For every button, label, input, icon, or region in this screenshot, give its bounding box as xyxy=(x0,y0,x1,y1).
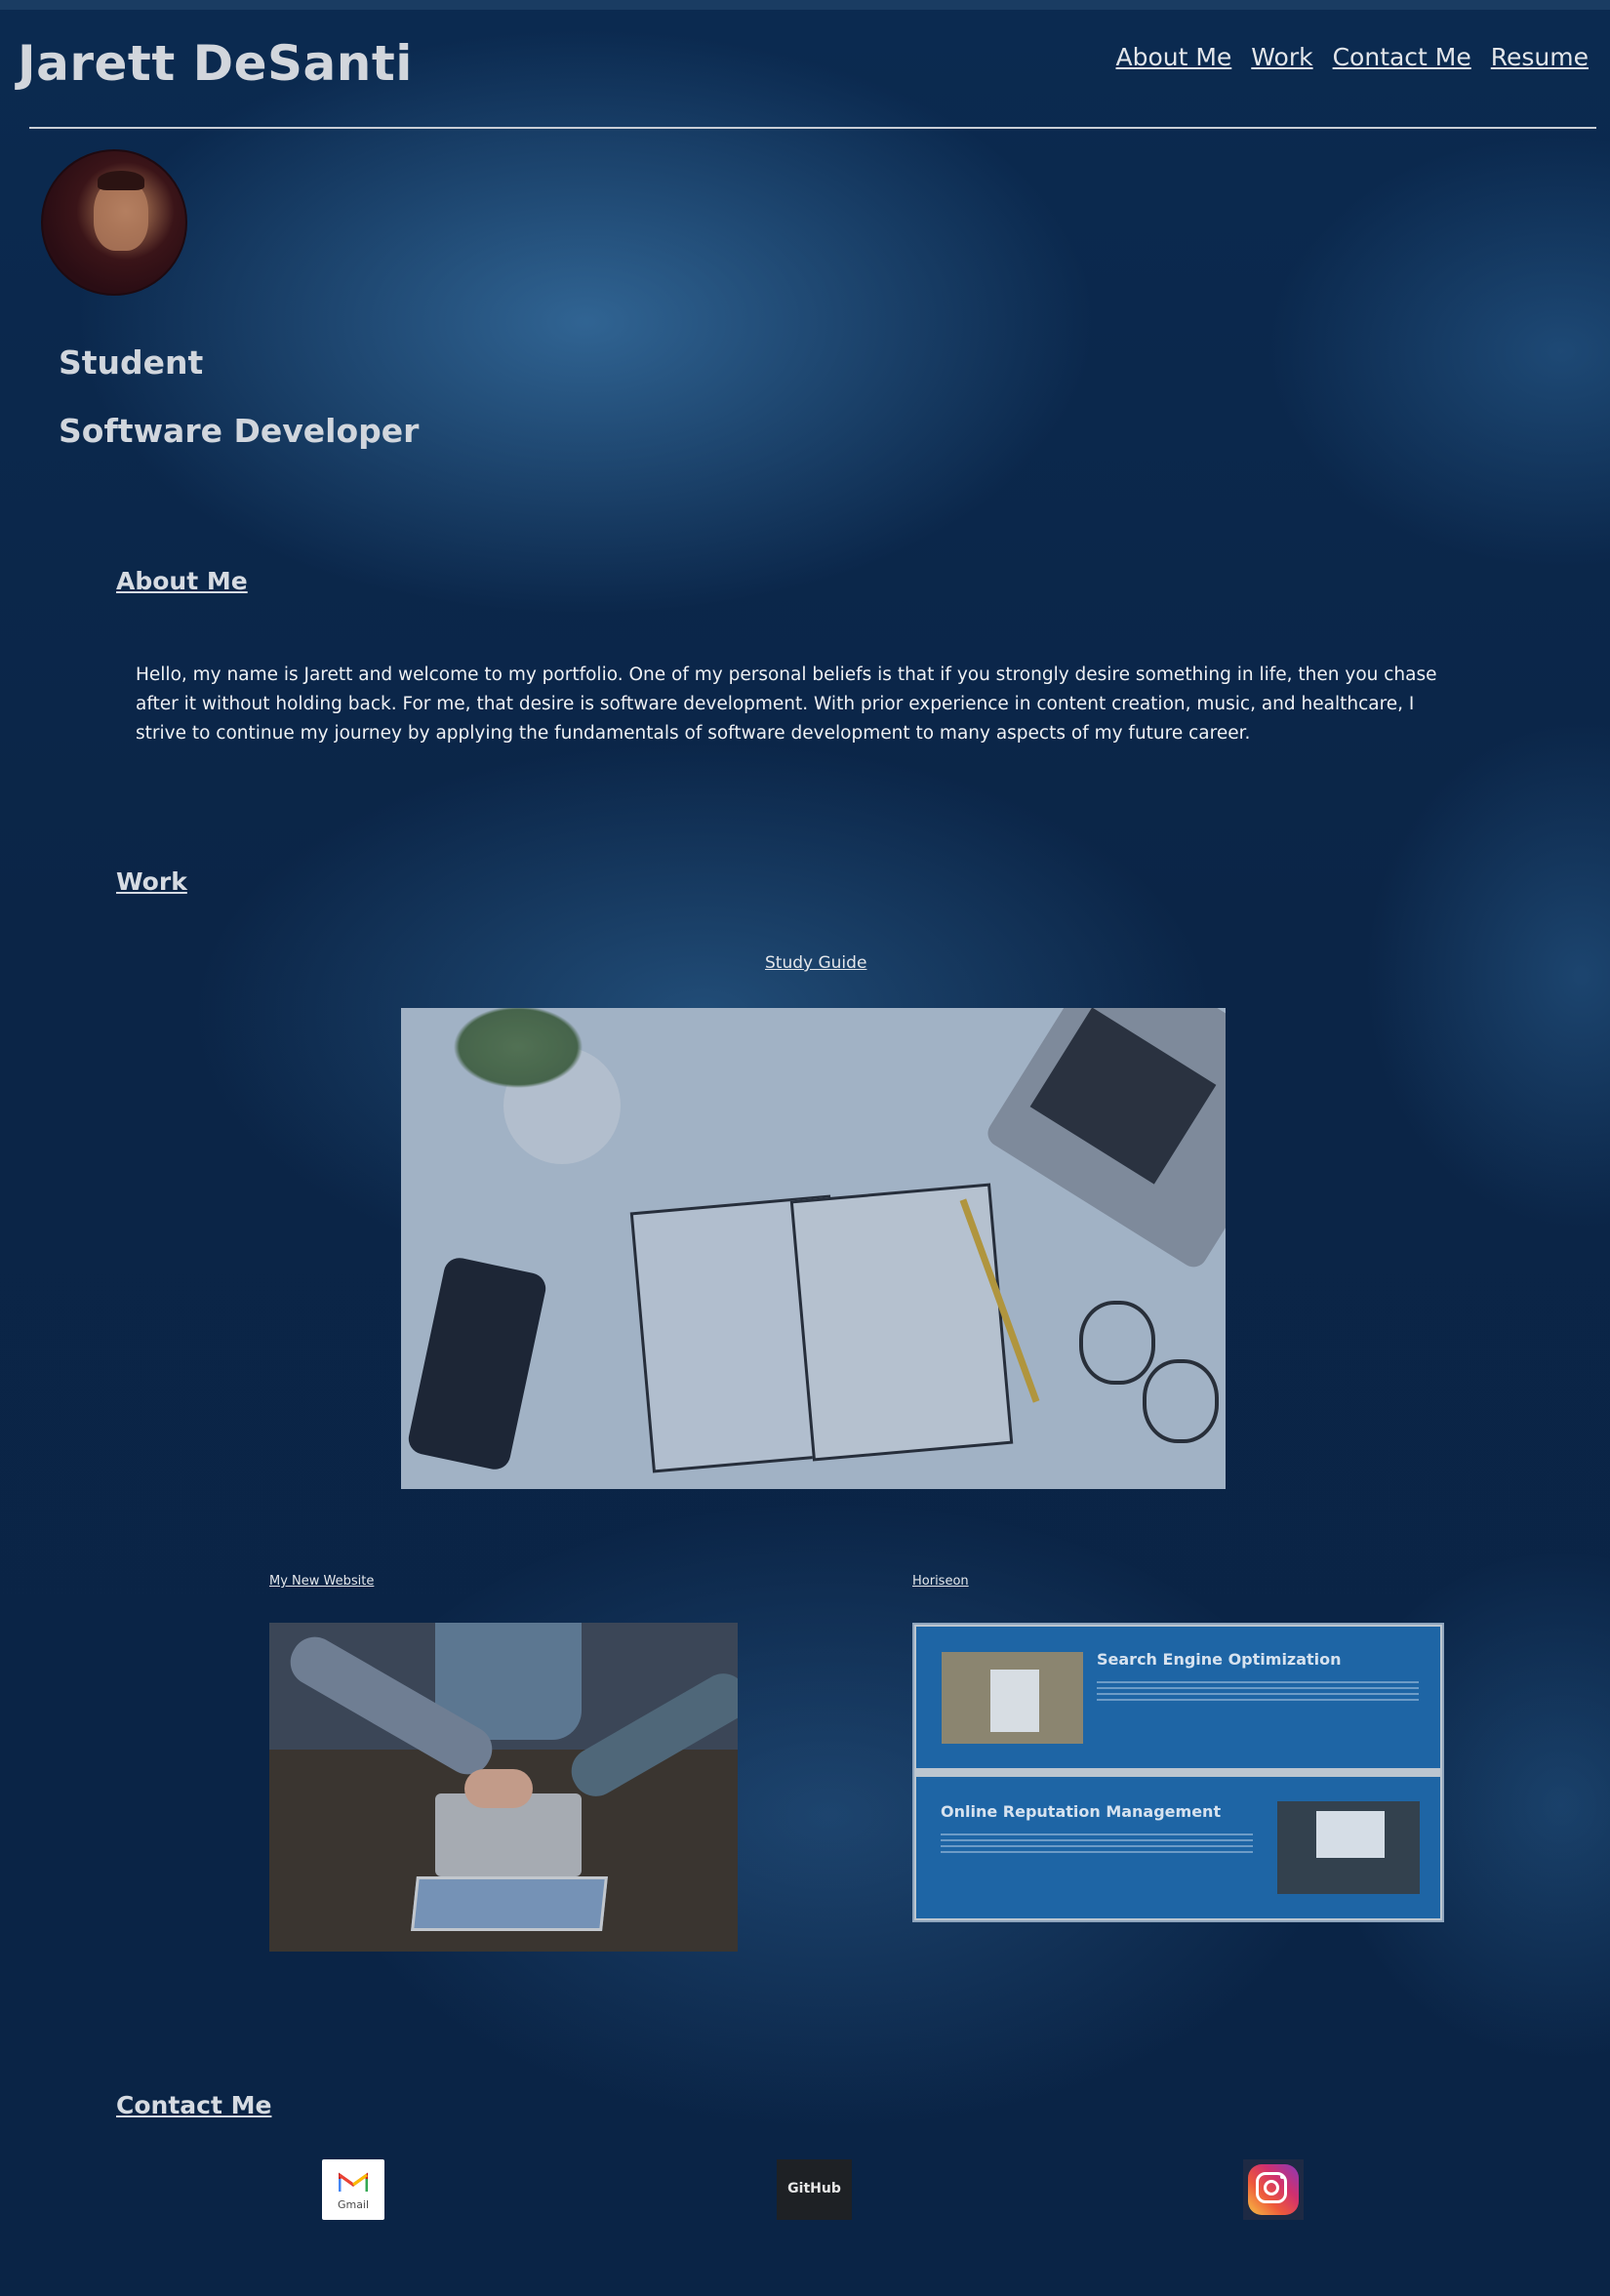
site-title: Jarett DeSanti xyxy=(18,35,413,92)
site-header: Jarett DeSanti About Me Work Contact Me … xyxy=(0,0,1610,129)
project-link-my-new-website[interactable]: My New Website xyxy=(269,1574,374,1589)
horiseon-panel1-title: Search Engine Optimization xyxy=(1097,1650,1342,1669)
role-student: Student xyxy=(59,343,204,382)
github-icon[interactable]: GitHub xyxy=(777,2159,852,2220)
project-link-study-guide[interactable]: Study Guide xyxy=(765,953,866,973)
my-new-website-image[interactable] xyxy=(269,1623,738,1952)
role-software-developer: Software Developer xyxy=(59,412,420,450)
horiseon-orm-panel: Online Reputation Management xyxy=(916,1777,1440,1918)
gmail-label: Gmail xyxy=(337,2198,370,2211)
gmail-icon[interactable]: Gmail xyxy=(322,2159,384,2220)
study-guide-image[interactable] xyxy=(401,1008,1226,1489)
horiseon-seo-panel: Search Engine Optimization xyxy=(916,1627,1440,1768)
about-me-text: Hello, my name is Jarett and welcome to … xyxy=(136,665,1437,744)
horiseon-image[interactable]: Search Engine Optimization Online Reputa… xyxy=(912,1623,1444,1922)
github-label: GitHub xyxy=(787,2181,841,2196)
instagram-icon[interactable] xyxy=(1243,2159,1304,2220)
contact-me-heading: Contact Me xyxy=(116,2091,272,2119)
nav-contact-me[interactable]: Contact Me xyxy=(1333,43,1471,71)
main-nav: About Me Work Contact Me Resume xyxy=(1115,43,1589,71)
nav-about-me[interactable]: About Me xyxy=(1115,43,1231,71)
about-me-heading: About Me xyxy=(116,567,248,595)
work-heading: Work xyxy=(116,867,187,896)
horiseon-panel2-title: Online Reputation Management xyxy=(941,1802,1222,1821)
header-divider xyxy=(29,127,1596,129)
nav-work[interactable]: Work xyxy=(1251,43,1312,71)
project-link-horiseon[interactable]: Horiseon xyxy=(912,1574,969,1589)
profile-avatar xyxy=(41,149,187,296)
nav-resume[interactable]: Resume xyxy=(1491,43,1589,71)
